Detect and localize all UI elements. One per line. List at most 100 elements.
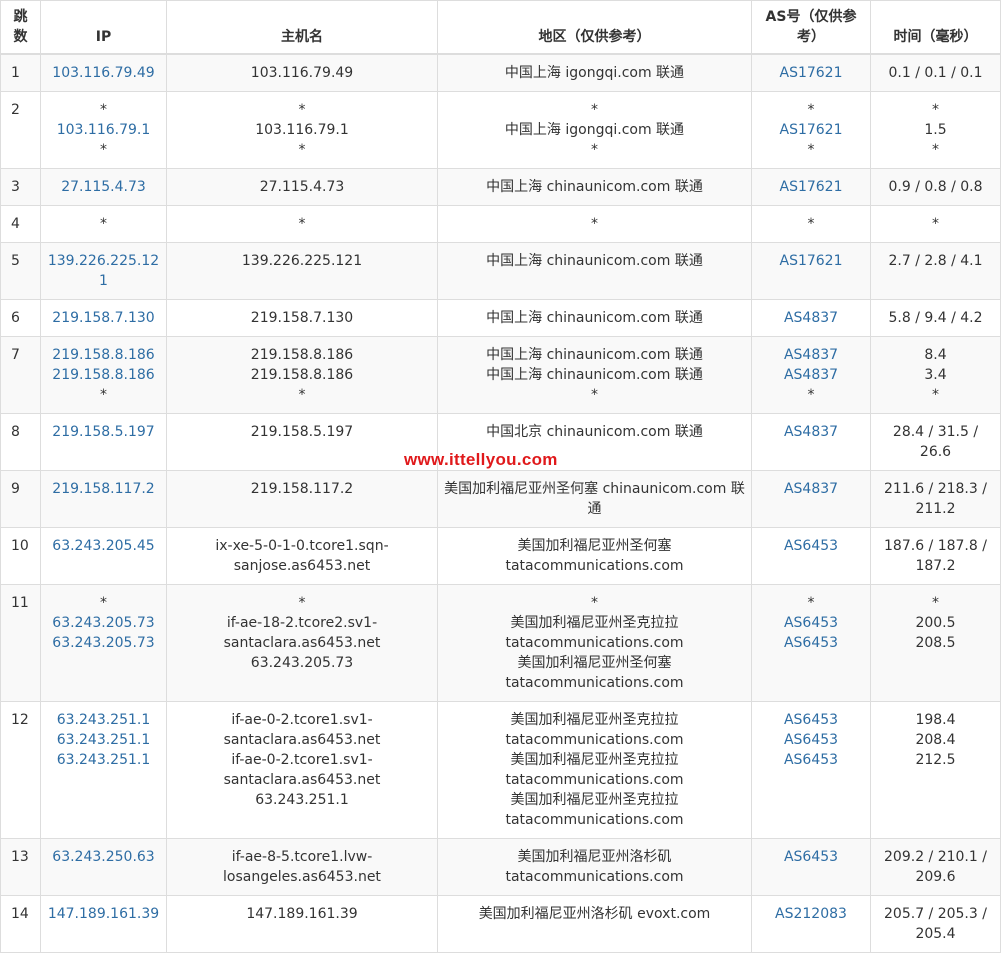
ip-link[interactable]: 103.116.79.1 [47,120,160,140]
as-link[interactable]: AS212083 [758,904,864,924]
time-cell: 205.7 / 205.3 / 205.4 [870,895,1001,953]
region-cell: 中国上海 chinaunicom.com 联通 中国上海 chinaunicom.… [437,336,752,414]
time-text: 8.4 [924,347,947,363]
time-text: 200.5 [915,615,956,631]
as-link[interactable]: AS17621 [758,177,864,197]
time-text: * [932,142,939,158]
region-text: 美国加利福尼亚州圣克拉拉 [510,792,679,808]
hop-cell: 14 [0,895,41,953]
ip-link[interactable]: 219.158.7.130 [47,308,160,328]
ip-link[interactable]: 63.243.250.63 [47,847,160,867]
as-link[interactable]: AS4837 [758,365,864,385]
table-row: 12 63.243.251.1 63.243.251.1 63.243.251.1 if… [0,701,1001,839]
table-row: 13 63.243.250.63 if-ae-8-5.tcore1.lvw-losa… [0,838,1001,896]
time-text: 212.5 [915,752,956,768]
as-cell: * [751,205,871,243]
as-link[interactable]: AS6453 [758,613,864,633]
hostname-cell: 139.226.225.121 [166,242,438,300]
time-text: 205.4 [915,926,956,942]
region-cell: * 中国上海 igongqi.com 联通 * [437,91,752,169]
time-cell: 198.4 208.4 212.5 [870,701,1001,839]
as-text: * [807,595,815,611]
region-cell: 美国加利福尼亚州洛杉矶 evoxt.com [437,895,752,953]
as-link[interactable]: AS6453 [758,750,864,770]
ip-link[interactable]: 219.158.8.186 [47,345,160,365]
ip-link[interactable]: 63.243.251.1 [47,730,160,750]
region-text: * [591,102,598,118]
hostname-cell: 147.189.161.39 [166,895,438,953]
time-text: 0.1 / 0.1 / 0.1 [888,65,983,81]
as-link[interactable]: AS4837 [758,345,864,365]
time-cell: 2.7 / 2.8 / 4.1 [870,242,1001,300]
ip-link[interactable]: 147.189.161.39 [47,904,160,924]
time-text: 211.6 / 218.3 / [884,481,987,497]
hostname-cell: 219.158.7.130 [166,299,438,337]
region-cell: * [437,205,752,243]
as-link[interactable]: AS17621 [758,120,864,140]
ip-link[interactable]: 103.116.79.49 [47,63,160,83]
ip-link[interactable]: 63.243.205.73 [47,613,160,633]
ip-link[interactable]: 63.243.205.45 [47,536,160,556]
traceroute-table: 跳数 IP 主机名 地区（仅供参考） AS号（仅供参考） 时间（毫秒） 1 103… [0,0,1001,953]
region-text: 中国上海 chinaunicom.com 联通 [486,253,703,269]
as-link[interactable]: AS6453 [758,847,864,867]
ip-link[interactable]: 27.115.4.73 [47,177,160,197]
time-text: 198.4 [915,712,956,728]
as-link[interactable]: AS6453 [758,710,864,730]
region-text: 中国上海 chinaunicom.com 联通 [486,310,703,326]
time-text: 2.7 / 2.8 / 4.1 [888,253,983,269]
ip-cell: 63.243.250.63 [40,838,167,896]
region-text: 中国上海 igongqi.com 联通 [504,122,685,138]
ip-link[interactable]: 63.243.251.1 [47,710,160,730]
as-link[interactable]: AS4837 [758,422,864,442]
as-link[interactable]: AS6453 [758,536,864,556]
hop-cell: 11 [0,584,41,702]
time-cell: 0.1 / 0.1 / 0.1 [870,53,1001,92]
hop-cell: 1 [0,53,41,92]
time-cell: 209.2 / 210.1 / 209.6 [870,838,1001,896]
as-link[interactable]: AS6453 [758,730,864,750]
time-cell: 211.6 / 218.3 / 211.2 [870,470,1001,528]
region-text: 美国加利福尼亚州圣克拉拉 [510,615,679,631]
region-text: * [591,216,598,232]
ip-cell: * 103.116.79.1 * [40,91,167,169]
region-cell: * 美国加利福尼亚州圣克拉拉 tatacommunications.com 美国加利福… [437,584,752,702]
ip-link[interactable]: 219.158.5.197 [47,422,160,442]
header-as: AS号（仅供参考） [751,0,871,55]
region-text: 美国加利福尼亚州洛杉矶 [517,849,672,865]
region-text: 中国上海 igongqi.com 联通 [504,65,685,81]
table-row: 6 219.158.7.130 219.158.7.130 中国上海 chinauni… [0,299,1001,337]
ip-link[interactable]: 139.226.225.121 [47,251,160,291]
hostname-cell: 103.116.79.49 [166,53,438,92]
ip-text: * [100,102,107,118]
hop-cell: 9 [0,470,41,528]
as-link[interactable]: AS17621 [758,251,864,271]
ip-cell: 147.189.161.39 [40,895,167,953]
time-cell: 28.4 / 31.5 / 26.6 [870,413,1001,471]
as-link[interactable]: AS6453 [758,633,864,653]
as-cell: AS17621 [751,242,871,300]
ip-link[interactable]: 63.243.251.1 [47,750,160,770]
as-text: * [807,387,815,403]
ip-cell: * 63.243.205.73 63.243.205.73 [40,584,167,702]
table-row: 14 147.189.161.39 147.189.161.39 美国加利福尼亚州洛杉… [0,895,1001,953]
table-row: 2 * 103.116.79.1 * * 103.116.79.1 * * 中国上海 igong… [0,91,1001,169]
host-text: * [298,595,306,611]
time-cell: * 1.5 * [870,91,1001,169]
header-ip: IP [40,0,167,55]
as-link[interactable]: AS4837 [758,479,864,499]
as-link[interactable]: AS4837 [758,308,864,328]
host-text: * [298,387,306,403]
hostname-cell: 27.115.4.73 [166,168,438,206]
host-text: 219.158.5.197 [250,424,354,440]
ip-link[interactable]: 219.158.8.186 [47,365,160,385]
ip-link[interactable]: 63.243.205.73 [47,633,160,653]
as-link[interactable]: AS17621 [758,63,864,83]
region-text: * [591,387,598,403]
ip-cell: 63.243.205.45 [40,527,167,585]
table-row: 11 * 63.243.205.73 63.243.205.73 * if-ae-18-2… [0,584,1001,702]
ip-link[interactable]: 219.158.117.2 [47,479,160,499]
time-text: 187.2 [915,558,956,574]
time-text: 211.2 [915,501,956,517]
hop-cell: 7 [0,336,41,414]
